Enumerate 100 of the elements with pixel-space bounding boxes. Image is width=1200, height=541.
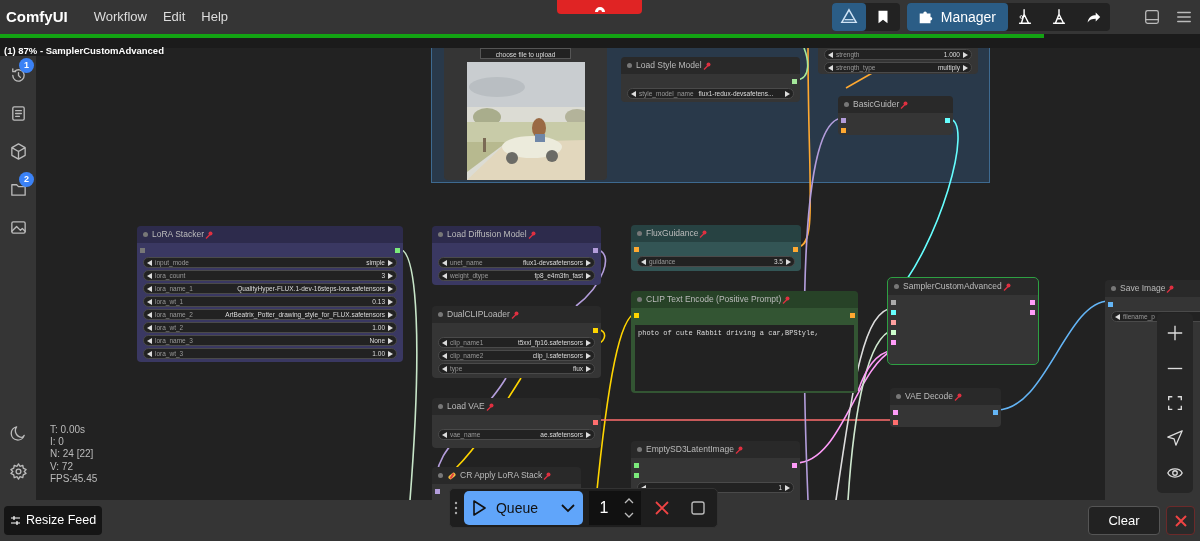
settings-icon	[8, 461, 28, 481]
input-slot[interactable]	[634, 246, 639, 252]
zoom-out-icon	[1166, 366, 1184, 370]
output-slot[interactable]	[793, 246, 798, 252]
output-slot[interactable]	[850, 312, 855, 318]
play-icon	[472, 500, 486, 516]
decrement-arrow-icon[interactable]	[442, 431, 447, 438]
resize-feed-button[interactable]: Resize Feed	[4, 506, 103, 535]
node-title: Save Image	[1120, 282, 1166, 295]
node-dot-icon	[1111, 286, 1116, 291]
node-dot-icon	[637, 447, 642, 452]
square-icon	[691, 501, 706, 515]
clear-button[interactable]: Clear	[1088, 506, 1160, 535]
increment-arrow-icon[interactable]	[785, 90, 790, 97]
app-title: ComfyUI	[5, 6, 69, 27]
input-slot[interactable]	[435, 488, 440, 494]
output-slot[interactable]	[1030, 299, 1035, 305]
node-dot-icon	[143, 232, 148, 237]
input-slot[interactable]	[1108, 301, 1113, 307]
toolbar-button[interactable]	[831, 3, 866, 31]
node-title: EmptySD3LatentImage	[646, 443, 734, 456]
node-title: VAE Decode	[905, 390, 954, 403]
stats-text: FPS:45.45	[50, 472, 98, 485]
input-slot[interactable]	[893, 419, 898, 425]
input-slot[interactable]	[841, 117, 846, 123]
menu-item[interactable]: Workflow	[85, 3, 155, 31]
node-title: LoRA Stacker	[152, 228, 204, 241]
node-dot-icon	[627, 63, 632, 68]
increment-arrow-icon[interactable]	[586, 431, 591, 438]
output-slot[interactable]	[593, 327, 598, 333]
zoom-in-icon	[1166, 324, 1184, 342]
stats-text: N: 24 [22]	[50, 448, 95, 461]
sliders-icon	[10, 515, 21, 526]
sidebar-button[interactable]: 1	[0, 56, 36, 94]
input-slot[interactable]	[140, 247, 145, 253]
output-slot[interactable]	[1030, 309, 1035, 315]
node-dot-icon	[896, 394, 901, 399]
node-dot-icon	[438, 232, 443, 237]
count-badge: 1	[19, 58, 34, 73]
menu-item[interactable]: Help	[193, 3, 237, 31]
close-button[interactable]	[1166, 506, 1195, 535]
close-icon	[1173, 513, 1188, 528]
input-slot[interactable]	[634, 472, 639, 478]
drag-handle-icon	[454, 501, 458, 515]
close-icon	[655, 501, 670, 515]
node-title: Load VAE	[447, 400, 485, 413]
chevron-down-icon	[561, 503, 576, 513]
node-dot-icon	[637, 231, 642, 236]
node-title: Load Diffusion Model	[447, 228, 527, 241]
output-slot[interactable]	[792, 462, 797, 468]
increment-arrow-icon[interactable]	[785, 484, 790, 491]
stats-text: V: 72	[50, 460, 74, 473]
output-slot[interactable]	[792, 78, 797, 84]
queue-button[interactable]: Queue	[464, 491, 584, 525]
node-dot-icon	[438, 312, 443, 317]
menu-item[interactable]: Edit	[154, 3, 194, 31]
output-slot[interactable]	[593, 247, 598, 253]
node-dot-icon	[438, 404, 443, 409]
node-title: FluxGuidance	[646, 227, 699, 240]
node-dot-icon	[894, 284, 899, 289]
navigation-arrow-icon	[1166, 429, 1184, 447]
stats-text: T: 0.00s	[50, 424, 87, 437]
node-title: SamplerCustomAdvanced	[903, 280, 1002, 293]
input-slot[interactable]	[891, 309, 896, 315]
output-slot[interactable]	[593, 419, 598, 425]
progress-text: (1) 87% - SamplerCustomAdvanced	[0, 45, 164, 56]
triangle-logo-icon	[839, 8, 858, 26]
moon-icon	[8, 423, 28, 443]
node-dot-icon	[844, 102, 849, 107]
node-title: Load Style Model	[636, 59, 702, 72]
input-slot[interactable]	[634, 462, 639, 468]
manager-button[interactable]: Manager	[906, 3, 1008, 31]
output-slot[interactable]	[395, 247, 400, 253]
node-title: DualCLIPLoader	[447, 308, 510, 321]
fit-view-icon	[1166, 394, 1184, 412]
stats-text: I: 0	[50, 436, 65, 449]
cube-icon	[8, 141, 28, 161]
sidebar-button[interactable]: 2	[0, 170, 36, 208]
node-title: CR Apply LoRA Stack	[460, 469, 543, 482]
decrement-arrow-icon[interactable]	[631, 90, 636, 97]
node-dot-icon	[637, 297, 642, 302]
output-slot[interactable]	[945, 117, 950, 123]
input-slot[interactable]	[891, 339, 896, 345]
input-slot[interactable]	[841, 127, 846, 133]
output-slot[interactable]	[993, 409, 998, 415]
node-dot-icon	[438, 473, 443, 478]
input-slot[interactable]	[634, 312, 639, 318]
input-slot[interactable]	[891, 329, 896, 335]
panel-toggle-icon	[1143, 8, 1161, 26]
decrement-arrow-icon[interactable]	[641, 258, 646, 265]
increment-arrow-icon[interactable]	[786, 258, 791, 265]
input-slot[interactable]	[893, 409, 898, 415]
node-title: CLIP Text Encode (Positive Prompt)	[646, 293, 782, 306]
count-field[interactable]: 1	[589, 491, 642, 525]
count-value: 1	[599, 498, 609, 518]
status-button[interactable]	[557, 0, 642, 14]
count-badge: 2	[19, 172, 34, 187]
input-slot[interactable]	[891, 299, 896, 305]
input-slot[interactable]	[891, 319, 896, 325]
decrement-arrow-icon[interactable]	[1115, 313, 1120, 320]
